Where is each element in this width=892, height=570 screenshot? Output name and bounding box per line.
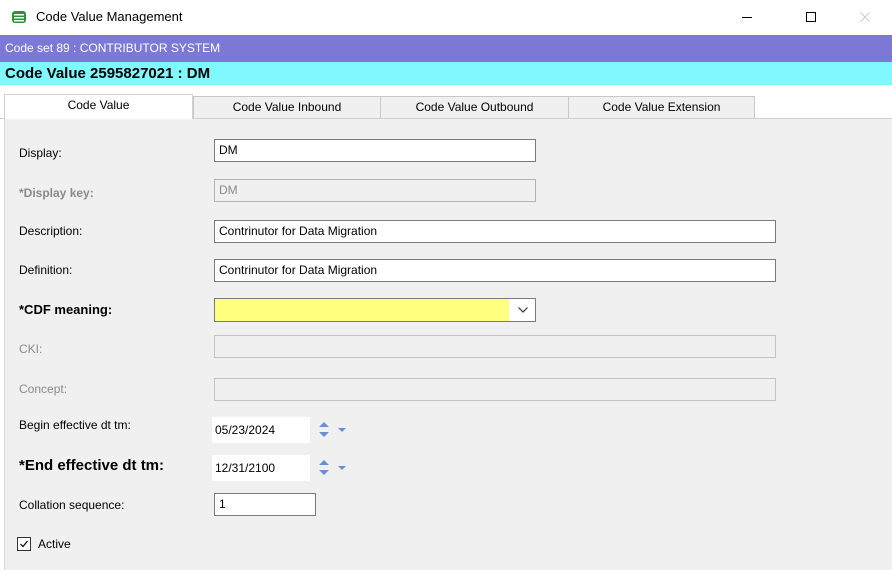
description-label: Description:	[19, 224, 83, 238]
concept-input	[214, 378, 776, 401]
active-label: Active	[38, 537, 71, 551]
code-set-text: Code set 89 : CONTRIBUTOR SYSTEM	[5, 41, 221, 55]
begin-effective-label: Begin effective dt tm:	[19, 418, 131, 432]
dropdown-arrow[interactable]	[511, 299, 535, 321]
maximize-button[interactable]	[788, 0, 834, 33]
minimize-button[interactable]	[724, 0, 770, 33]
checkmark-icon	[20, 540, 28, 548]
tab-code-value-outbound[interactable]: Code Value Outbound	[380, 96, 569, 118]
cdf-meaning-label: *CDF meaning:	[19, 302, 113, 317]
cdf-meaning-value	[215, 299, 509, 321]
minimize-icon	[742, 16, 752, 18]
tab-code-value-inbound[interactable]: Code Value Inbound	[193, 96, 381, 118]
collation-sequence-label: Collation sequence:	[19, 498, 125, 512]
display-input[interactable]: DM	[214, 139, 536, 162]
tab-code-value-extension[interactable]: Code Value Extension	[568, 96, 755, 118]
window-title: Code Value Management	[36, 9, 183, 24]
end-effective-label: *End effective dt tm:	[19, 457, 165, 474]
definition-input[interactable]: Contrinutor for Data Migration	[214, 259, 776, 282]
tab-code-value[interactable]: Code Value	[4, 94, 193, 119]
close-icon	[860, 11, 870, 22]
close-button[interactable]	[842, 0, 888, 33]
description-input[interactable]: Contrinutor for Data Migration	[214, 220, 776, 243]
tab-strip: Code Value Code Value Inbound Code Value…	[0, 94, 892, 119]
active-checkbox[interactable]	[17, 537, 31, 551]
title-bar: Code Value Management	[0, 0, 892, 35]
end-date-dropdown[interactable]	[336, 455, 348, 481]
display-key-label: *Display key:	[19, 186, 94, 200]
chevron-down-icon	[518, 307, 528, 313]
code-value-banner: Code Value 2595827021 : DM	[0, 62, 892, 85]
triangle-down-icon	[338, 428, 346, 432]
end-effective-input[interactable]: 12/31/2100	[212, 455, 310, 481]
cki-label: CKI:	[19, 342, 43, 356]
display-label: Display:	[19, 146, 62, 160]
begin-spinner-icon[interactable]	[315, 417, 333, 443]
code-set-banner: Code set 89 : CONTRIBUTOR SYSTEM	[0, 35, 892, 62]
triangle-down-icon	[338, 466, 346, 470]
definition-label: Definition:	[19, 263, 73, 277]
begin-date-dropdown[interactable]	[336, 417, 348, 443]
code-value-text: Code Value 2595827021 : DM	[5, 65, 211, 82]
cki-input	[214, 335, 776, 358]
app-grid-icon	[12, 11, 26, 23]
maximize-icon	[806, 11, 816, 22]
cdf-meaning-dropdown[interactable]	[214, 298, 536, 322]
collation-sequence-input[interactable]: 1	[214, 493, 316, 516]
end-spinner-icon[interactable]	[315, 455, 333, 481]
begin-effective-input[interactable]: 05/23/2024	[212, 417, 310, 443]
display-key-input: DM	[214, 179, 536, 202]
concept-label: Concept:	[19, 382, 68, 396]
